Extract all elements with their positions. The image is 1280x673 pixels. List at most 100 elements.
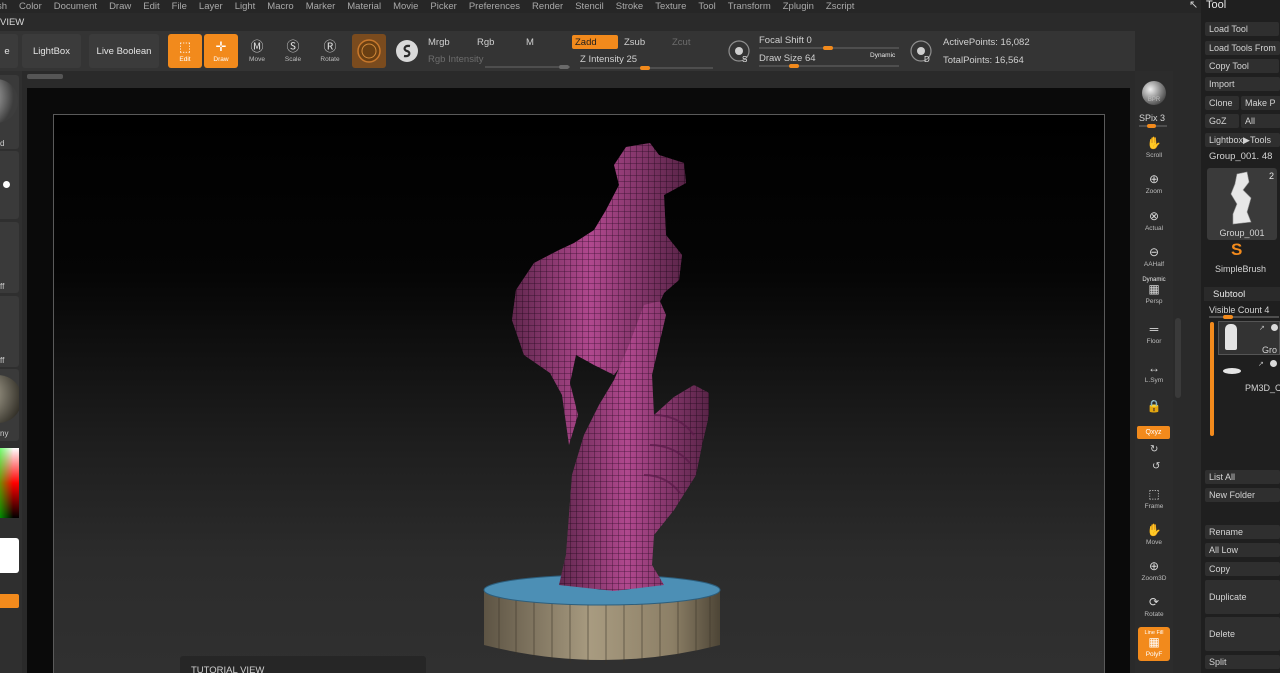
subtool-visibility-icon[interactable] <box>1270 360 1277 367</box>
rgb-intensity-slider[interactable]: Rgb Intensity <box>428 54 483 65</box>
menu-item-edit[interactable]: Edit <box>143 1 159 12</box>
current-tool-thumbnail[interactable]: 2 Group_001 <box>1207 168 1277 240</box>
scroll-button[interactable]: ✋ Scroll <box>1138 132 1170 164</box>
import-button[interactable]: Import <box>1205 77 1280 91</box>
load-tool-button[interactable]: Load Tool <box>1205 22 1279 36</box>
live-boolean-button[interactable]: Live Boolean <box>89 34 159 68</box>
lsym-button[interactable]: ↔ L.Sym <box>1138 357 1170 389</box>
duplicate-button[interactable]: Duplicate <box>1205 580 1280 614</box>
draw-size-knob[interactable] <box>789 64 799 68</box>
focal-shift-knob[interactable] <box>823 46 833 50</box>
move-view-button[interactable]: ✋ Move <box>1138 519 1170 551</box>
make-polymesh-button[interactable]: Make P <box>1241 96 1280 110</box>
delete-button[interactable]: Delete <box>1205 617 1280 651</box>
draw-button[interactable]: ✛ Draw <box>204 34 238 68</box>
goz-button[interactable]: GoZ <box>1205 114 1239 128</box>
focal-shift-track[interactable] <box>759 46 899 50</box>
menu-item-texture[interactable]: Texture <box>655 1 686 12</box>
goz-all-button[interactable]: All <box>1241 114 1280 128</box>
palette-pin-icon[interactable]: ↖ <box>1189 0 1198 11</box>
clone-button[interactable]: Clone <box>1205 96 1239 110</box>
menu-item-material[interactable]: Material <box>347 1 381 12</box>
menu-item-render[interactable]: Render <box>532 1 563 12</box>
scale-button[interactable]: Ⓢ Scale <box>276 34 310 68</box>
menu-item-preferences[interactable]: Preferences <box>469 1 520 12</box>
tutorial-view-panel[interactable]: TUTORIAL VIEW <box>180 656 426 673</box>
rename-button[interactable]: Rename <box>1205 525 1280 539</box>
visible-count-slider[interactable]: Visible Count 4 <box>1209 305 1269 315</box>
material-button[interactable] <box>352 34 386 68</box>
actual-button[interactable]: ⊗ Actual <box>1138 205 1170 237</box>
rgb-intensity-knob[interactable] <box>559 65 569 69</box>
polyf-button[interactable]: Line Fill ▦ PolyF <box>1138 627 1170 661</box>
spix-slider[interactable]: SPix 3 <box>1139 113 1165 123</box>
stroke-slot[interactable] <box>0 151 19 219</box>
z-intensity-track[interactable] <box>580 66 713 70</box>
right-shelf-scroll[interactable] <box>1175 318 1181 398</box>
spix-track[interactable] <box>1139 124 1167 128</box>
menu-item-layer[interactable]: Layer <box>199 1 223 12</box>
edit-button[interactable]: ⬚ Edit <box>168 34 202 68</box>
zadd-button[interactable]: Zadd <box>572 35 618 49</box>
menu-item-marker[interactable]: Marker <box>306 1 336 12</box>
focal-shift-slider[interactable]: Focal Shift 0 <box>759 35 812 46</box>
menu-item-color[interactable]: Color <box>19 1 42 12</box>
dynamic-toggle[interactable]: Dynamic <box>870 52 895 59</box>
zcut-button[interactable]: Zcut <box>672 37 690 48</box>
rgb-button[interactable]: Rgb <box>477 37 494 48</box>
rotate-view-button[interactable]: ⟳ Rotate <box>1138 591 1170 623</box>
menu-item-stroke[interactable]: Stroke <box>616 1 643 12</box>
xyz-button[interactable]: Qxyz <box>1137 426 1170 439</box>
bpr-button[interactable]: BPR <box>1138 77 1170 109</box>
all-low-button[interactable]: All Low <box>1205 543 1280 557</box>
draw-size-dynamics-button[interactable]: D <box>904 34 938 68</box>
floor-button[interactable]: ═ Floor <box>1138 318 1170 350</box>
menu-item-tool[interactable]: Tool <box>698 1 715 12</box>
split-button[interactable]: Split <box>1205 655 1280 669</box>
tool-palette-title[interactable]: Tool <box>1206 0 1226 11</box>
subtool-visibility-icon[interactable] <box>1271 324 1278 331</box>
menu-item-picker[interactable]: Picker <box>430 1 456 12</box>
list-all-button[interactable]: List All <box>1205 470 1280 484</box>
subtool-item[interactable]: ↗ PM3D_C <box>1218 358 1280 394</box>
stroke-button[interactable] <box>390 34 424 68</box>
document-scrollbar[interactable] <box>27 74 63 79</box>
subtool-brush-icon[interactable]: ↗ <box>1259 324 1265 332</box>
menu-item-zplugin[interactable]: Zplugin <box>783 1 814 12</box>
menu-item-light[interactable]: Light <box>235 1 256 12</box>
texture-slot[interactable]: ff <box>0 296 19 367</box>
main-color-swatch[interactable] <box>0 538 19 573</box>
copy-subtool-button[interactable]: Copy <box>1205 562 1280 576</box>
menu-item-stencil[interactable]: Stencil <box>575 1 604 12</box>
z-intensity-knob[interactable] <box>640 66 650 70</box>
zsub-button[interactable]: Zsub <box>624 37 645 48</box>
menu-item-movie[interactable]: Movie <box>393 1 418 12</box>
subtool-item-selected[interactable]: ↗ Gro <box>1218 321 1280 355</box>
load-tools-from-button[interactable]: Load Tools From <box>1205 41 1280 55</box>
new-folder-button[interactable]: New Folder <box>1205 488 1280 502</box>
spix-knob[interactable] <box>1147 124 1156 128</box>
menu-item-file[interactable]: File <box>172 1 187 12</box>
visible-count-track[interactable] <box>1209 315 1279 319</box>
lightbox-button[interactable]: LightBox <box>22 34 81 68</box>
zoom-button[interactable]: ⊕ Zoom <box>1138 168 1170 200</box>
menu-item-transform[interactable]: Transform <box>728 1 771 12</box>
menu-item-macro[interactable]: Macro <box>267 1 293 12</box>
subtool-header[interactable]: Subtool <box>1204 287 1280 301</box>
focal-shift-button[interactable]: S <box>722 34 756 68</box>
persp-button[interactable]: Dynamic ▦ Persp <box>1138 275 1170 307</box>
rgb-intensity-track[interactable] <box>485 65 570 69</box>
visible-count-knob[interactable] <box>1223 315 1233 319</box>
copy-tool-button[interactable]: Copy Tool <box>1205 59 1279 73</box>
zoom3d-button[interactable]: ⊕ Zoom3D <box>1138 555 1170 587</box>
simple-brush-icon[interactable]: S <box>1231 240 1242 260</box>
lightbox-tools-button[interactable]: Lightbox▶Tools <box>1205 133 1280 147</box>
mrgb-button[interactable]: Mrgb <box>428 37 450 48</box>
alpha-slot[interactable]: ff <box>0 222 19 293</box>
rotate-button[interactable]: Ⓡ Rotate <box>313 34 347 68</box>
brush-slot[interactable]: d <box>0 75 19 149</box>
lock-button[interactable]: 🔒 <box>1138 390 1170 422</box>
subtool-scrollbar[interactable] <box>1210 322 1214 436</box>
z-intensity-slider[interactable]: Z Intensity 25 <box>580 54 637 65</box>
frame-button[interactable]: ⬚ Frame <box>1138 483 1170 515</box>
